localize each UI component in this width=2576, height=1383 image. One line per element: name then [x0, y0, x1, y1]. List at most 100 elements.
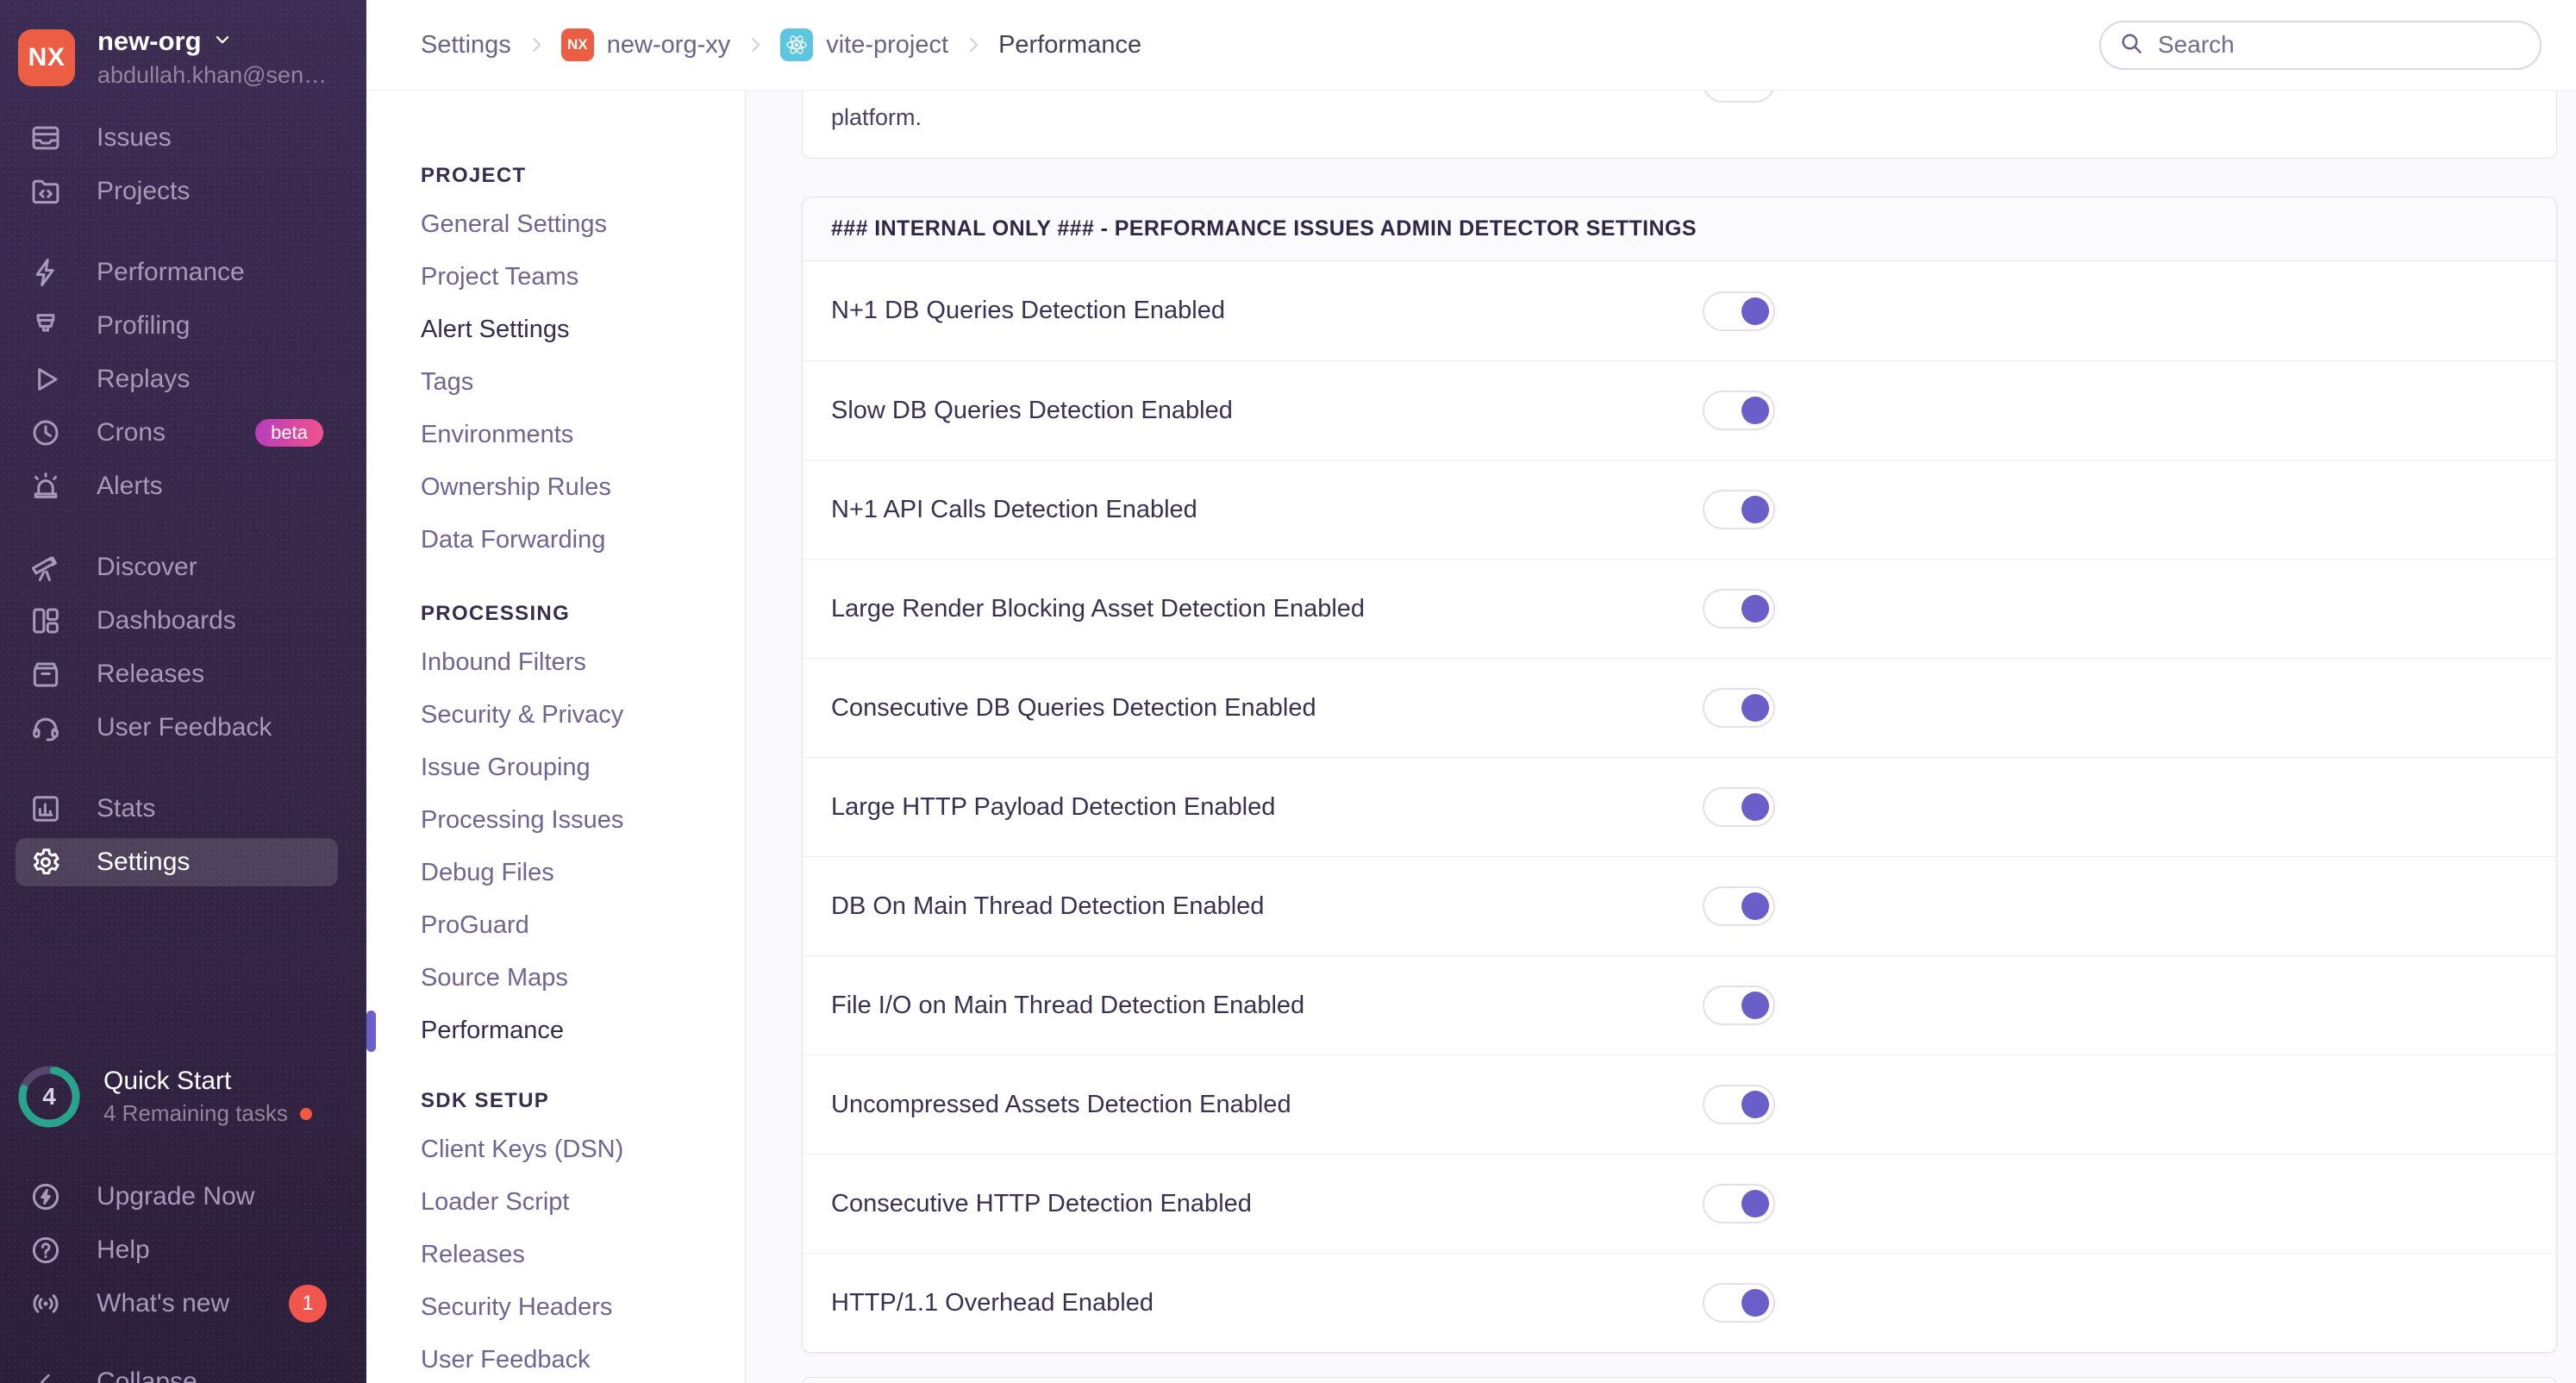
sidebar-item-replays[interactable]: Replays	[0, 353, 366, 406]
sidebar-item-label: Crons	[97, 418, 166, 447]
breadcrumb-page: Performance	[998, 30, 1142, 59]
toggle-switch[interactable]	[1703, 787, 1775, 827]
detector-row-label: File I/O on Main Thread Detection Enable…	[831, 991, 1305, 1019]
nav-item-project-teams[interactable]: Project Teams	[421, 251, 745, 304]
detector-row: Large Render Blocking Asset Detection En…	[803, 559, 2556, 658]
sidebar-item-label: Profiling	[97, 311, 191, 340]
nav-item-processing-issues[interactable]: Processing Issues	[421, 794, 745, 847]
nav-item-alert-settings[interactable]: Alert Settings	[421, 304, 745, 356]
toggle-switch[interactable]	[1703, 886, 1775, 926]
toggle-knob	[1741, 1289, 1769, 1317]
nav-section-heading: PROCESSING	[421, 602, 571, 625]
sidebar-item-label: Alerts	[97, 472, 163, 500]
org-avatar: NX	[18, 28, 75, 86]
sidebar-item-upgrade-now[interactable]: Upgrade Now	[0, 1170, 366, 1223]
toggle-switch[interactable]	[1703, 688, 1775, 728]
nav-item-user-feedback[interactable]: User Feedback	[421, 1334, 745, 1383]
partial-card-text: platform.	[831, 104, 922, 130]
sidebar-item-label: Issues	[97, 123, 172, 152]
sidebar-item-discover[interactable]: Discover	[0, 541, 366, 594]
toggle-knob	[1741, 694, 1769, 722]
sidebar-item-stats[interactable]: Stats	[0, 782, 366, 835]
toggle-switch[interactable]	[1703, 91, 1775, 103]
clock-icon	[29, 416, 62, 449]
toggle-switch[interactable]	[1703, 1283, 1775, 1323]
broadcast-icon	[29, 1287, 62, 1320]
breadcrumb-organization[interactable]: NX new-org-xy	[560, 28, 730, 61]
sidebar-collapse-button[interactable]: Collapse	[0, 1355, 366, 1383]
sidebar-item-crons[interactable]: Crons beta	[0, 406, 366, 460]
detector-row: Large HTTP Payload Detection Enabled	[803, 757, 2556, 856]
nav-item-proguard[interactable]: ProGuard	[421, 899, 745, 952]
sidebar-item-projects[interactable]: Projects	[0, 165, 366, 218]
breadcrumb-settings[interactable]: Settings	[421, 31, 511, 59]
whats-new-badge: 1	[289, 1285, 327, 1323]
toggle-knob	[1741, 793, 1769, 821]
detector-row: Slow DB Queries Detection Enabled	[803, 360, 2556, 460]
breadcrumb-project[interactable]: vite-project	[780, 28, 948, 61]
sidebar-item-label: Releases	[97, 660, 205, 688]
sidebar-item-issues[interactable]: Issues	[0, 111, 366, 165]
nav-item-client-keys[interactable]: Client Keys (DSN)	[421, 1123, 745, 1176]
quick-start-widget[interactable]: 4 Quick Start 4 Remaining tasks	[16, 1063, 312, 1130]
toggle-switch[interactable]	[1703, 986, 1775, 1025]
toggle-switch[interactable]	[1703, 490, 1775, 529]
toggle-switch[interactable]	[1703, 391, 1775, 430]
quick-start-count: 4	[42, 1083, 56, 1110]
chevron-right-icon	[744, 34, 766, 56]
sidebar-item-label: Replays	[97, 365, 191, 393]
sidebar-item-dashboards[interactable]: Dashboards	[0, 594, 366, 648]
nav-item-tags[interactable]: Tags	[421, 356, 745, 409]
flash-icon	[29, 310, 62, 342]
nav-item-security-headers[interactable]: Security Headers	[421, 1281, 745, 1334]
toggle-switch[interactable]	[1703, 1085, 1775, 1124]
nav-item-security-privacy[interactable]: Security & Privacy	[421, 689, 745, 742]
sidebar-item-user-feedback[interactable]: User Feedback	[0, 701, 366, 754]
app-root: NX new-org abdullah.khan@sen… Issues Pro…	[0, 0, 2576, 1383]
nav-item-inbound-filters[interactable]: Inbound Filters	[421, 636, 745, 689]
sidebar-item-whats-new[interactable]: What's new 1	[0, 1277, 366, 1330]
nav-item-performance[interactable]: Performance	[421, 1004, 745, 1057]
toggle-switch[interactable]	[1703, 1184, 1775, 1223]
org-switcher[interactable]: NX new-org abdullah.khan@sen…	[0, 0, 366, 111]
siren-icon	[29, 470, 62, 503]
nav-item-debug-files[interactable]: Debug Files	[421, 847, 745, 899]
sidebar-item-profiling[interactable]: Profiling	[0, 299, 366, 353]
org-email: abdullah.khan@sen…	[97, 62, 328, 88]
detector-row-label: Slow DB Queries Detection Enabled	[831, 396, 1233, 424]
sidebar-footer-nav: Upgrade Now Help What's new 1	[0, 1170, 366, 1330]
sidebar-item-label: Discover	[97, 553, 197, 581]
detector-row: DB On Main Thread Detection Enabled	[803, 856, 2556, 955]
toggle-switch[interactable]	[1703, 291, 1775, 331]
next-panel-edge	[802, 1377, 2557, 1383]
search-input[interactable]	[2156, 30, 2523, 59]
folder-code-icon	[29, 175, 62, 208]
progress-ring: 4	[16, 1063, 83, 1130]
quick-start-title: Quick Start	[103, 1067, 232, 1095]
sidebar-item-performance[interactable]: Performance	[0, 246, 366, 299]
nav-item-source-maps[interactable]: Source Maps	[421, 952, 745, 1004]
sidebar-item-label: User Feedback	[97, 713, 272, 742]
nav-item-environments[interactable]: Environments	[421, 409, 745, 461]
question-circle-icon	[29, 1234, 62, 1267]
toggle-knob	[1741, 1190, 1769, 1217]
sidebar-item-label: Settings	[97, 848, 191, 876]
nav-item-loader-script[interactable]: Loader Script	[421, 1176, 745, 1229]
nav-item-general-settings[interactable]: General Settings	[421, 198, 745, 251]
inbox-icon	[29, 122, 62, 154]
nav-item-releases[interactable]: Releases	[421, 1229, 745, 1281]
nav-item-ownership-rules[interactable]: Ownership Rules	[421, 461, 745, 514]
nav-item-data-forwarding[interactable]: Data Forwarding	[421, 514, 745, 566]
sidebar-item-alerts[interactable]: Alerts	[0, 460, 366, 513]
detector-row-label: HTTP/1.1 Overhead Enabled	[831, 1288, 1154, 1317]
org-meta: new-org abdullah.khan@sen…	[97, 26, 327, 89]
sidebar-item-settings[interactable]: Settings	[16, 838, 338, 886]
sidebar-item-help[interactable]: Help	[0, 1223, 366, 1277]
lightning-icon	[29, 256, 62, 289]
partial-card: platform.	[802, 91, 2557, 159]
nav-item-issue-grouping[interactable]: Issue Grouping	[421, 742, 745, 794]
toggle-switch[interactable]	[1703, 589, 1775, 629]
search-box[interactable]	[2099, 20, 2542, 70]
sidebar-item-label: Performance	[97, 258, 245, 286]
sidebar-item-releases[interactable]: Releases	[0, 648, 366, 701]
